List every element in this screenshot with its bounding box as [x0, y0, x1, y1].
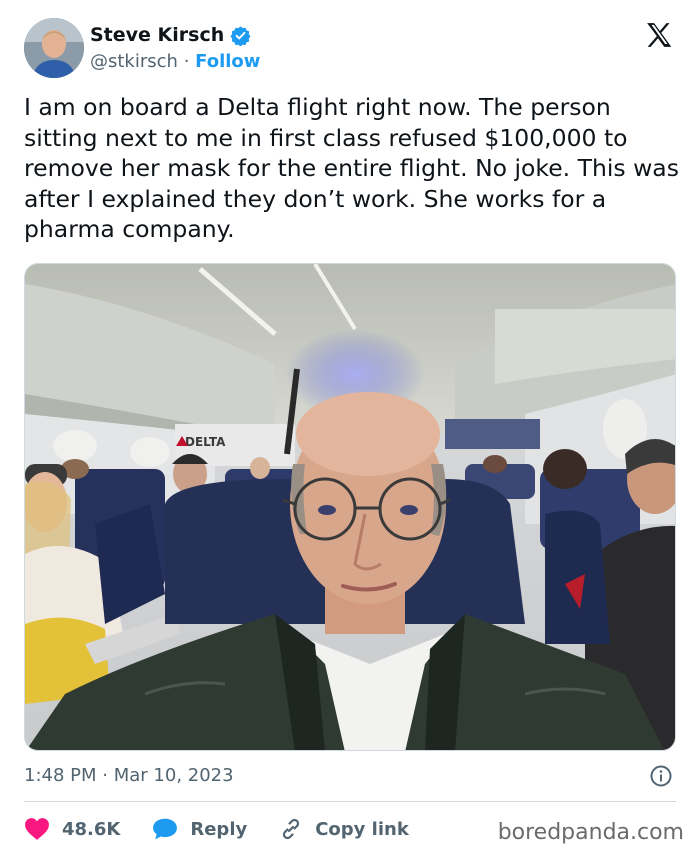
like-count: 48.6K — [62, 818, 121, 840]
x-logo-icon[interactable] — [644, 20, 674, 50]
watermark: boredpanda.com — [497, 820, 684, 845]
tweet-text: I am on board a Delta flight right now. … — [24, 93, 679, 243]
reply-label: Reply — [190, 818, 248, 840]
link-icon — [283, 818, 300, 840]
time-separator: · — [102, 765, 108, 786]
bulkhead-logo: DELTA — [185, 435, 226, 449]
tweet-header: Steve Kirsch @stkirsch · Follow — [24, 18, 680, 80]
reply-bubble-icon — [153, 818, 178, 840]
handle-line: @stkirsch · Follow — [90, 51, 260, 72]
name-line: Steve Kirsch — [90, 24, 251, 46]
handle-separator: · — [183, 51, 190, 72]
verified-badge-icon — [230, 25, 251, 46]
timestamp[interactable]: 1:48 PM · Mar 10, 2023 — [24, 765, 234, 786]
tweet-photo[interactable]: DELTA — [24, 263, 676, 751]
info-icon[interactable] — [649, 764, 673, 788]
reply-button[interactable]: Reply — [152, 817, 247, 841]
copy-link-button[interactable]: Copy link — [279, 817, 409, 841]
divider — [24, 801, 676, 802]
tweet-date: Mar 10, 2023 — [113, 765, 234, 786]
user-name[interactable]: Steve Kirsch — [90, 24, 224, 46]
copy-link-label: Copy link — [315, 818, 409, 840]
user-handle[interactable]: @stkirsch — [90, 51, 178, 72]
tweet-actions: 48.6K Reply Copy link — [24, 814, 441, 844]
follow-button[interactable]: Follow — [195, 51, 260, 72]
like-button[interactable]: 48.6K — [24, 817, 120, 841]
heart-icon — [25, 818, 49, 840]
avatar[interactable] — [24, 18, 84, 78]
tweet-time: 1:48 PM — [24, 765, 97, 786]
